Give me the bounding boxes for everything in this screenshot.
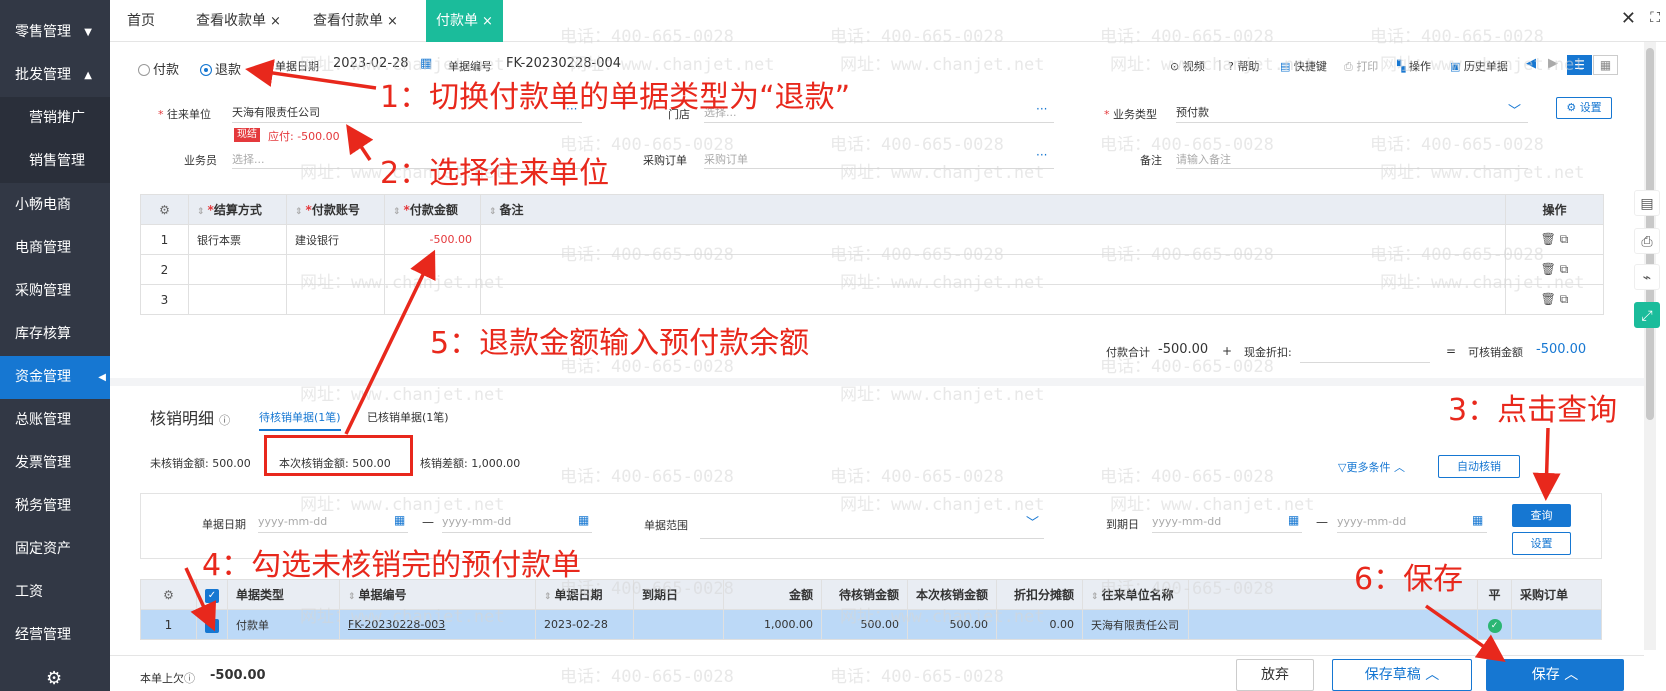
annotation-step-4: 4：勾选未核销完的预付款单 <box>202 548 582 583</box>
annotation-step-1: 1：切换付款单的单据类型为“退款” <box>380 80 851 115</box>
annotation-step-3: 3：点击查询 <box>1448 393 1618 428</box>
annotation-step-5: 5：退款金额输入预付款余额 <box>430 326 810 361</box>
annotation-step-6: 6：保存 <box>1354 562 1464 597</box>
annotation-step-2: 2：选择往来单位 <box>380 156 610 191</box>
